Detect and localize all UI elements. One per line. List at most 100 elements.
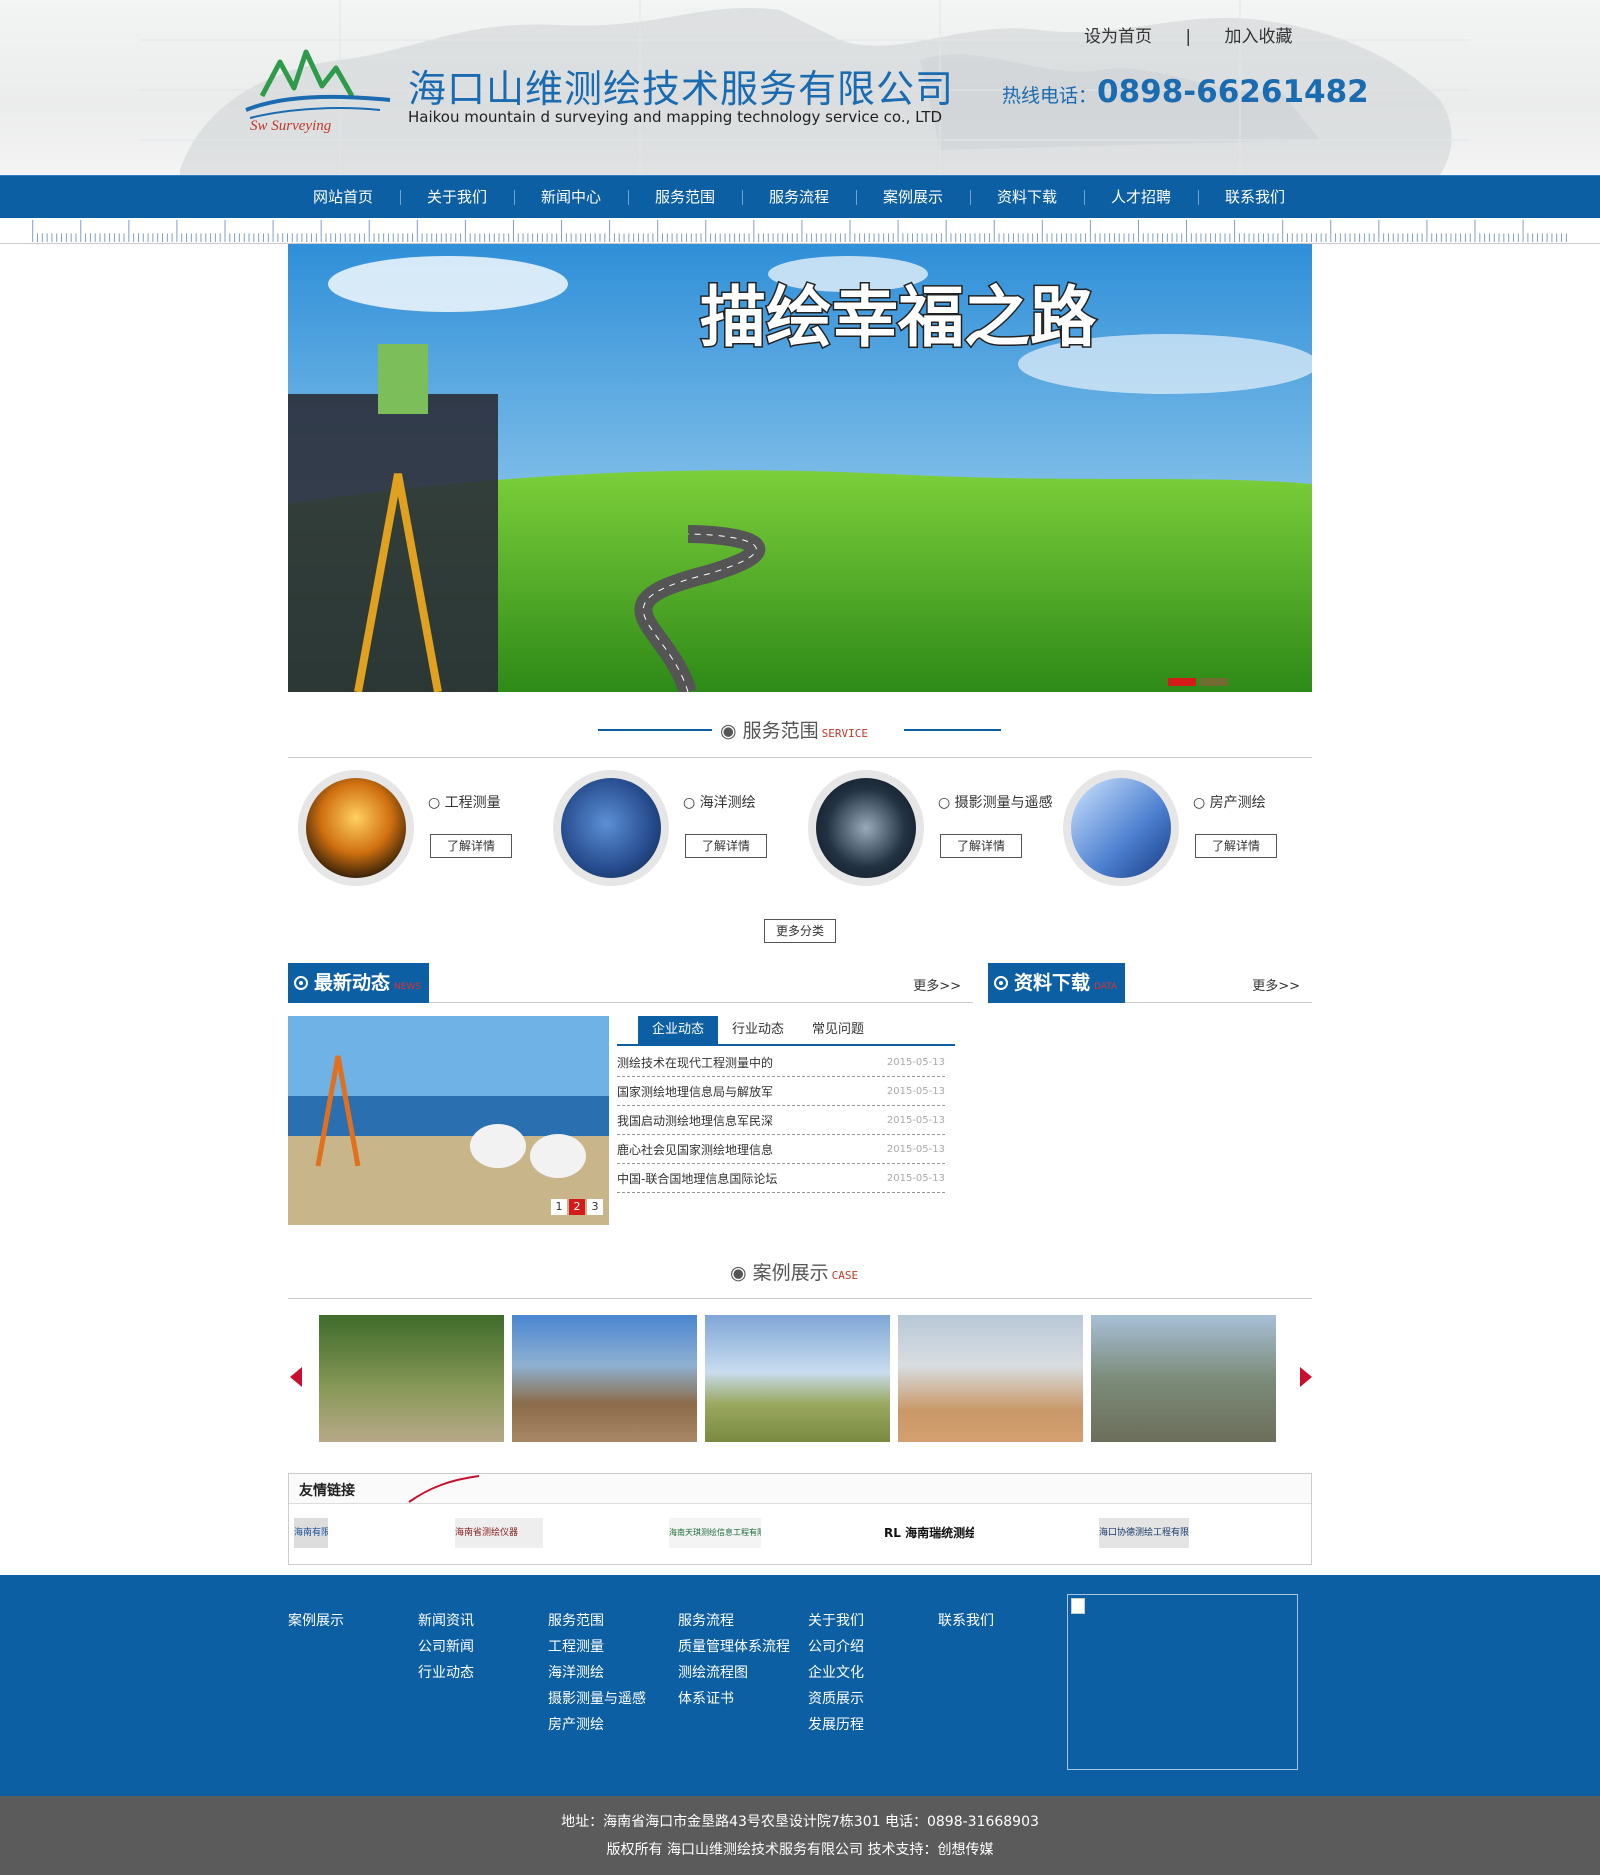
- hotline-number: 0898-66261482: [1097, 74, 1369, 110]
- list-item[interactable]: 国家测绘地理信息局与解放军 2015-05-13: [617, 1077, 945, 1106]
- add-favorite-link[interactable]: 加入收藏: [1225, 27, 1293, 47]
- service-image[interactable]: [298, 770, 414, 886]
- service-image[interactable]: [1063, 770, 1179, 886]
- friend-link-logo[interactable]: 海南省测绘仪器: [455, 1518, 543, 1548]
- banner-slogan: 描绘幸福之路: [700, 279, 1097, 356]
- footer-link[interactable]: 新闻资讯: [418, 1608, 474, 1634]
- friend-link-logo[interactable]: 海口协德测绘工程有限公司: [1099, 1518, 1189, 1548]
- news-image-slider[interactable]: 1 2 3: [288, 1016, 609, 1225]
- company-logo[interactable]: Sw Surveying: [240, 38, 400, 133]
- nav-item-contact[interactable]: 联系我们: [1198, 176, 1312, 219]
- footer-link[interactable]: 工程测量: [548, 1634, 646, 1660]
- nav-item-about[interactable]: 关于我们: [400, 176, 514, 219]
- case-image[interactable]: [512, 1315, 697, 1442]
- news-list: 测绘技术在现代工程测量中的 2015-05-13 国家测绘地理信息局与解放军 201…: [617, 1048, 945, 1193]
- news-slide-image: [288, 1016, 609, 1225]
- footer-link[interactable]: 公司新闻: [418, 1634, 474, 1660]
- friend-link-logo[interactable]: 海南天琪测绘信息工程有限公司: [669, 1518, 761, 1548]
- case-image[interactable]: [705, 1315, 890, 1442]
- list-item[interactable]: 鹿心社会见国家测绘地理信息 2015-05-13: [617, 1135, 945, 1164]
- tab-company-news[interactable]: 企业动态: [638, 1016, 719, 1044]
- pager-item[interactable]: 1: [551, 1199, 567, 1215]
- tab-faq[interactable]: 常见问题: [798, 1016, 878, 1044]
- hotline: 热线电话：0898-66261482: [1002, 74, 1369, 110]
- footer-link[interactable]: 海洋测绘: [548, 1660, 646, 1686]
- case-image[interactable]: [898, 1315, 1083, 1442]
- list-item[interactable]: 我国启动测绘地理信息军民深 2015-05-13: [617, 1106, 945, 1135]
- target-icon: [994, 976, 1008, 990]
- tab-industry-news[interactable]: 行业动态: [718, 1016, 798, 1044]
- nav-item-process[interactable]: 服务流程: [742, 176, 856, 219]
- case-image[interactable]: [1091, 1315, 1276, 1442]
- pager-item[interactable]: 3: [587, 1199, 603, 1215]
- footer-copyright: 版权所有 海口山维测绘技术服务有限公司 技术支持：创想传媒: [606, 1842, 994, 1858]
- banner-dot-active: [1168, 678, 1196, 686]
- pager-item-active[interactable]: 2: [569, 1199, 585, 1215]
- footer-link[interactable]: 企业文化: [808, 1660, 864, 1686]
- friend-link-logo[interactable]: RL 海南瑞统测绘: [884, 1518, 974, 1548]
- ruler-decoration: [0, 218, 1600, 244]
- footer-link[interactable]: 发展历程: [808, 1712, 864, 1738]
- learn-more-button[interactable]: 了解详情: [430, 834, 512, 858]
- learn-more-button[interactable]: 了解详情: [1195, 834, 1277, 858]
- list-item[interactable]: 测绘技术在现代工程测量中的 2015-05-13: [617, 1048, 945, 1077]
- downloads-title: 资料下载 DATA: [988, 963, 1126, 1003]
- footer-address: 地址：海南省海口市金垦路43号农垦设计院7栋301 电话：0898-316689…: [561, 1814, 1039, 1830]
- downloads-more-link[interactable]: 更多>>: [1252, 975, 1300, 994]
- learn-more-button[interactable]: 了解详情: [685, 834, 767, 858]
- footer-link[interactable]: 案例展示: [288, 1608, 344, 1634]
- service-item: ○ 摄影测量与遥感 了解详情: [800, 770, 1053, 890]
- footer-link[interactable]: 服务流程: [678, 1608, 790, 1634]
- friend-link-logo[interactable]: 海南有限公司: [294, 1518, 328, 1548]
- arrow-left-icon[interactable]: [290, 1367, 302, 1387]
- footer-link[interactable]: 行业动态: [418, 1660, 474, 1686]
- news-slider-pager: 1 2 3: [549, 1199, 603, 1215]
- friend-links-header: 友情链接: [289, 1474, 1311, 1504]
- qr-code-image: [1067, 1594, 1298, 1770]
- footer-column: 关于我们 公司介绍 企业文化 资质展示 发展历程: [808, 1608, 864, 1738]
- service-image[interactable]: [808, 770, 924, 886]
- footer-link[interactable]: 联系我们: [938, 1608, 994, 1634]
- service-label[interactable]: ○ 海洋测绘: [683, 792, 756, 812]
- banner-dot: [1200, 678, 1228, 686]
- logo-text: Sw Surveying: [250, 118, 332, 133]
- footer-link[interactable]: 服务范围: [548, 1608, 646, 1634]
- nav-item-downloads[interactable]: 资料下载: [970, 176, 1084, 219]
- nav-item-jobs[interactable]: 人才招聘: [1084, 176, 1198, 219]
- footer-link[interactable]: 关于我们: [808, 1608, 864, 1634]
- service-label[interactable]: ○ 工程测量: [428, 792, 501, 812]
- nav-item-news[interactable]: 新闻中心: [514, 176, 628, 219]
- footer-link[interactable]: 质量管理体系流程: [678, 1634, 790, 1660]
- company-name-cn: 海口山维测绘技术服务有限公司: [408, 67, 955, 111]
- service-divider: [288, 757, 1312, 758]
- set-home-link[interactable]: 设为首页: [1084, 27, 1152, 47]
- header: Sw Surveying 海口山维测绘技术服务有限公司 Haikou mount…: [0, 0, 1600, 175]
- learn-more-button[interactable]: 了解详情: [940, 834, 1022, 858]
- footer-link[interactable]: 体系证书: [678, 1686, 790, 1712]
- news-more-link[interactable]: 更多>>: [913, 975, 961, 994]
- footer-link[interactable]: 测绘流程图: [678, 1660, 790, 1686]
- footer-link[interactable]: 房产测绘: [548, 1712, 646, 1738]
- downloads-header: 资料下载 DATA 更多>>: [988, 963, 1312, 1003]
- case-image[interactable]: [319, 1315, 504, 1442]
- more-categories-button[interactable]: 更多分类: [764, 919, 836, 943]
- footer-link[interactable]: 公司介绍: [808, 1634, 864, 1660]
- service-label[interactable]: ○ 房产测绘: [1193, 792, 1266, 812]
- footer-link[interactable]: 摄影测量与遥感: [548, 1686, 646, 1712]
- service-title-line-left: [598, 729, 712, 731]
- nav-item-home[interactable]: 网站首页: [286, 176, 400, 219]
- service-image[interactable]: [553, 770, 669, 886]
- nav-item-cases[interactable]: 案例展示: [856, 176, 970, 219]
- hero-banner[interactable]: 描绘幸福之路: [288, 244, 1312, 692]
- service-item: ○ 海洋测绘 了解详情: [545, 770, 795, 890]
- nav-item-services[interactable]: 服务范围: [628, 176, 742, 219]
- footer-column: 服务流程 质量管理体系流程 测绘流程图 体系证书: [678, 1608, 790, 1712]
- service-item: ○ 工程测量 了解详情: [290, 770, 540, 890]
- list-item[interactable]: 中国-联合国地理信息国际论坛 2015-05-13: [617, 1164, 945, 1193]
- footer-link[interactable]: 资质展示: [808, 1686, 864, 1712]
- banner-image: 描绘幸福之路: [288, 244, 1312, 692]
- service-label[interactable]: ○ 摄影测量与遥感: [938, 792, 1053, 812]
- case-section-title: ◉ 案例展示 CASE: [730, 1262, 859, 1284]
- arrow-right-icon[interactable]: [1300, 1367, 1312, 1387]
- news-header: 最新动态 NEWS 更多>>: [288, 963, 973, 1003]
